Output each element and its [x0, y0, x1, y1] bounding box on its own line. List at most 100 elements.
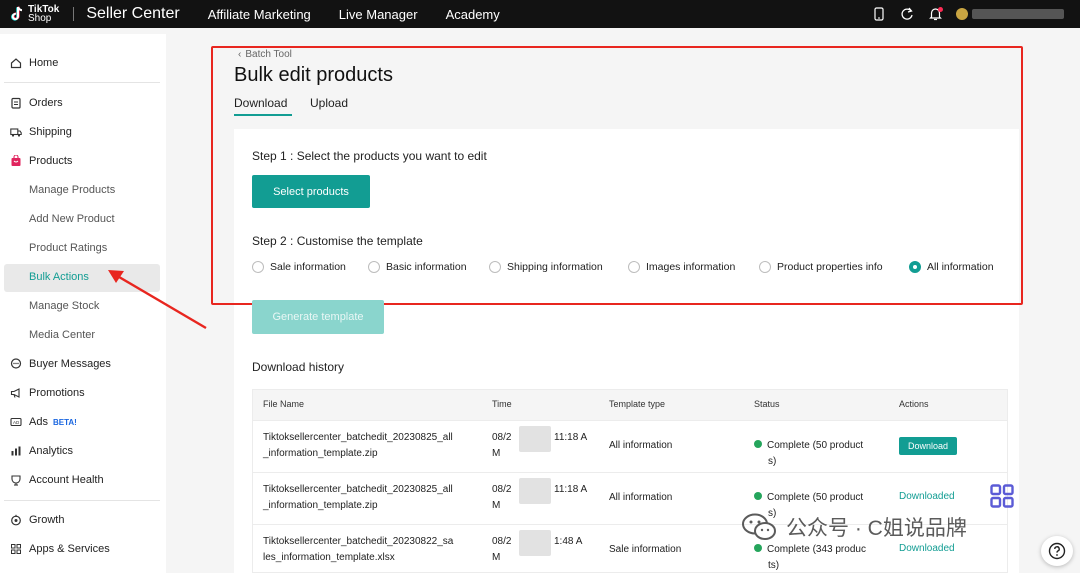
- sidebar-item-label: Apps & Services: [29, 543, 110, 555]
- sidebar-item-shipping[interactable]: Shipping: [10, 122, 72, 142]
- sidebar-sub-bulk-actions[interactable]: Bulk Actions: [29, 267, 89, 287]
- downloaded-link[interactable]: Downloaded: [899, 543, 955, 554]
- status-text: Complete (50 product: [767, 492, 864, 503]
- sidebar-sub-manage-stock[interactable]: Manage Stock: [29, 296, 99, 316]
- radio-button-selected[interactable]: [909, 261, 921, 273]
- refresh-icon[interactable]: [900, 7, 914, 21]
- sidebar-sub-product-ratings[interactable]: Product Ratings: [29, 238, 107, 258]
- radio-button[interactable]: [759, 261, 771, 273]
- sidebar-sub-manage-products[interactable]: Manage Products: [29, 180, 115, 200]
- option-sale-information[interactable]: Sale information: [252, 261, 346, 273]
- apps-icon: [10, 543, 22, 555]
- status-complete-icon: [754, 544, 762, 552]
- chevron-left-icon: ‹: [238, 49, 242, 60]
- breadcrumb-label: Batch Tool: [245, 49, 292, 60]
- chart-icon: [10, 445, 22, 457]
- top-bar: TikTok Shop Seller Center Affiliate Mark…: [0, 0, 1080, 28]
- breadcrumb[interactable]: ‹ Batch Tool: [238, 49, 292, 60]
- option-label: Shipping information: [507, 261, 603, 273]
- radio-button[interactable]: [368, 261, 380, 273]
- status-text: Complete (343 produc: [767, 544, 866, 555]
- grid-icon[interactable]: [990, 484, 1014, 508]
- option-all-information[interactable]: All information: [909, 261, 994, 273]
- sidebar-item-label: Home: [29, 57, 59, 69]
- time-suffix: M: [492, 500, 501, 511]
- downloaded-link[interactable]: Downloaded: [899, 491, 955, 502]
- select-products-button[interactable]: Select products: [252, 175, 370, 208]
- tab-active-indicator: [234, 114, 292, 116]
- template-type: Sale information: [609, 544, 682, 555]
- home-icon: [10, 57, 22, 69]
- beta-badge: BETA!: [52, 417, 77, 427]
- sidebar-item-label: Analytics: [29, 445, 74, 457]
- time-date: 08/2: [492, 536, 512, 547]
- option-shipping-information[interactable]: Shipping information: [489, 261, 603, 273]
- logo-text-line2: Shop: [28, 13, 52, 24]
- time-blurred: [519, 426, 551, 452]
- time-blurred: [519, 478, 551, 504]
- step1-label: Step 1 : Select the products you want to…: [252, 149, 487, 163]
- template-type: All information: [609, 492, 673, 503]
- nav-live-manager[interactable]: Live Manager: [339, 7, 418, 22]
- sidebar-sub-add-new-product[interactable]: Add New Product: [29, 209, 115, 229]
- sidebar-item-analytics[interactable]: Analytics: [10, 441, 73, 461]
- sidebar-divider: [4, 500, 160, 501]
- time-date: 08/2: [492, 484, 512, 495]
- bell-icon[interactable]: [928, 7, 943, 21]
- file-name-cont: _information_template.zip: [263, 448, 378, 459]
- option-images-information[interactable]: Images information: [628, 261, 735, 273]
- header-template-type: Template type: [609, 399, 666, 409]
- sidebar-item-account-health[interactable]: Account Health: [10, 470, 104, 490]
- tab-download[interactable]: Download: [234, 96, 287, 116]
- download-button[interactable]: Download: [899, 437, 957, 455]
- generate-template-button[interactable]: Generate template: [252, 300, 384, 334]
- sidebar-item-label: Shipping: [29, 126, 72, 138]
- sidebar-item-orders[interactable]: Orders: [10, 93, 63, 113]
- top-divider: [73, 7, 75, 21]
- option-product-properties-info[interactable]: Product properties info: [759, 261, 883, 273]
- truck-icon: [10, 126, 22, 138]
- sidebar-item-products[interactable]: Products: [10, 151, 72, 171]
- radio-button[interactable]: [252, 261, 264, 273]
- account-name-blurred[interactable]: [972, 9, 1064, 19]
- sidebar-item-buyer-messages[interactable]: Buyer Messages: [10, 354, 111, 374]
- option-label: Sale information: [270, 261, 346, 273]
- tiktok-shop-logo[interactable]: TikTok Shop: [10, 5, 59, 24]
- health-icon: [10, 474, 22, 486]
- sidebar-item-growth[interactable]: Growth: [10, 510, 64, 530]
- download-history-title: Download history: [252, 360, 345, 374]
- nav-affiliate-marketing[interactable]: Affiliate Marketing: [208, 7, 311, 22]
- file-name: Tiktoksellercenter_batchedit_20230825_al…: [263, 432, 453, 443]
- time-suffix: M: [492, 448, 501, 459]
- nav-academy[interactable]: Academy: [446, 7, 500, 22]
- help-button[interactable]: [1041, 536, 1073, 566]
- time-clock: 11:18 A: [554, 432, 588, 443]
- sidebar-item-ads[interactable]: AD Ads BETA!: [10, 412, 77, 432]
- time-suffix: M: [492, 552, 501, 563]
- phone-icon[interactable]: [872, 7, 886, 21]
- watermark: 公众号 · C姐说品牌: [740, 512, 967, 542]
- sidebar-item-label: Account Health: [29, 474, 104, 486]
- sidebar-item-label: Buyer Messages: [29, 358, 111, 370]
- table-header: File Name Time Template type Status Acti…: [253, 390, 1007, 420]
- tab-upload[interactable]: Upload: [310, 96, 348, 116]
- sidebar-item-home[interactable]: Home: [10, 53, 58, 73]
- sidebar-item-promotions[interactable]: Promotions: [10, 383, 85, 403]
- avatar[interactable]: [956, 8, 968, 20]
- radio-button[interactable]: [628, 261, 640, 273]
- option-basic-information[interactable]: Basic information: [368, 261, 467, 273]
- growth-icon: [10, 514, 22, 526]
- radio-button[interactable]: [489, 261, 501, 273]
- ads-icon: AD: [10, 416, 22, 428]
- sidebar-sub-media-center[interactable]: Media Center: [29, 325, 95, 345]
- bag-icon: [10, 155, 22, 167]
- header-file-name: File Name: [263, 399, 305, 409]
- time-clock: 1:48 A: [554, 536, 583, 547]
- sidebar-item-apps-services[interactable]: Apps & Services: [10, 539, 110, 559]
- file-name: Tiktoksellercenter_batchedit_20230822_sa: [263, 536, 454, 547]
- sidebar-item-label: Growth: [29, 514, 65, 526]
- seller-center-title[interactable]: Seller Center: [86, 5, 179, 23]
- sidebar-item-label: Promotions: [29, 387, 85, 399]
- option-label: Images information: [646, 261, 736, 273]
- option-label: Basic information: [386, 261, 467, 273]
